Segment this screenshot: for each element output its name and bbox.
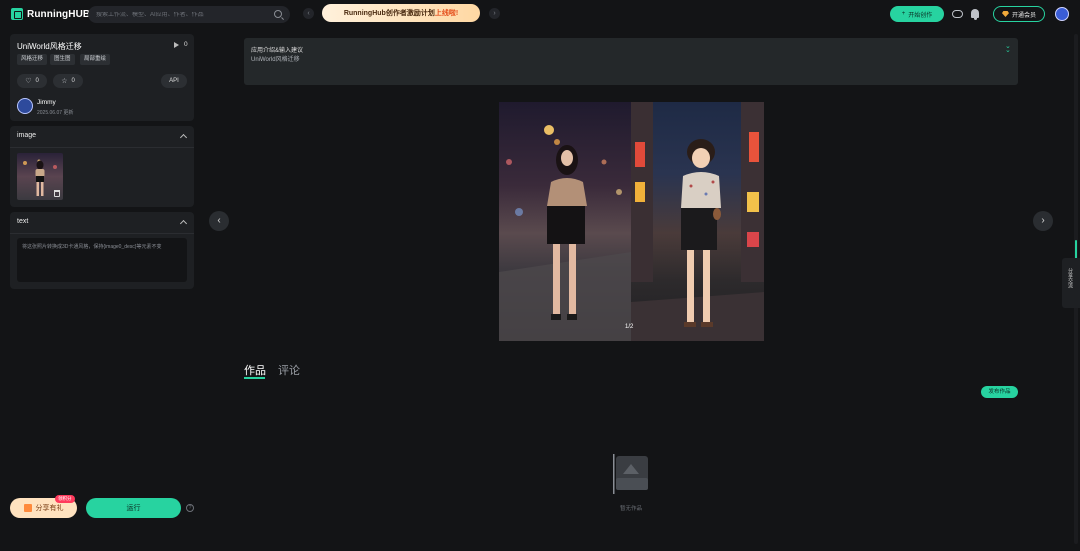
gallery-next-button[interactable]: › [1033,211,1053,231]
logo-text: RunningHUB [27,8,91,20]
empty-state-text: 暂无作品 [620,506,643,512]
like-button[interactable]: ♡ 0 [17,74,47,88]
author-name[interactable]: Jimmy [37,99,56,106]
cartoon-result [631,102,764,341]
author-date: 2025.06.07 更新 [37,110,74,116]
gallery-prev-button[interactable]: ‹ [209,211,229,231]
intro-heading: 应用介绍&输入建议 [251,48,304,54]
plus-icon: + [901,11,906,17]
text-section-label: text [17,218,29,225]
bell-icon[interactable] [971,9,979,20]
favorite-count: 0 [71,78,75,84]
app-intro-box: 应用介绍&输入建议 UniWorld风格迁移 [244,38,1018,85]
intro-subtitle: UniWorld风格迁移 [251,57,300,63]
tag[interactable]: 局部重绘 [80,54,111,65]
star-icon: ☆ [61,78,68,85]
gem-icon [1001,11,1009,17]
share-label: 分享有礼 [35,505,64,512]
gift-icon [23,504,32,512]
tag[interactable]: 图生图 [50,54,75,65]
chevron-up-icon[interactable] [179,133,188,142]
app-title: UniWorld风格迁移 [17,42,82,51]
promo-highlight: 上线啦! [434,10,459,17]
user-avatar[interactable] [1055,7,1069,21]
logo-icon [11,8,23,20]
original-photo [499,102,631,341]
play-icon [174,42,179,48]
tag[interactable]: 风格迁移 [17,54,48,65]
play-count: 0 [184,41,188,48]
tab-comments[interactable]: 评论 [278,362,300,378]
trash-icon[interactable] [54,190,60,197]
publish-work-button[interactable]: 发布作品 [981,386,1018,398]
text-input-panel: text 将这张照片转换成3D卡通风格，保持{image0_desc}等元素不变 [10,212,194,289]
image-input-panel: image [10,126,194,207]
vip-button[interactable]: 开通会员 [993,6,1045,22]
start-create-button[interactable]: + 开始创作 [890,6,944,22]
run-button[interactable]: 运行 [86,498,181,518]
share-exchange-label: 分享交流 [1067,268,1073,288]
promo-text: RunningHub创作者激励计划 [343,10,435,17]
tab-works[interactable]: 作品 [244,362,266,378]
app-info-panel: UniWorld风格迁移 0 风格迁移 图生图 局部重绘 ♡ 0 ☆ 0 API… [10,34,194,121]
author-avatar[interactable] [17,98,33,114]
divider [10,233,194,234]
like-count: 0 [35,78,39,84]
vip-label: 开通会员 [1011,12,1036,19]
api-label: API [169,78,179,84]
expand-chevron-icon[interactable]: ⌄ ⌄ [1005,43,1011,54]
chevron-up-icon[interactable] [179,219,188,228]
image-section-label: image [17,132,37,139]
gallery-counter: 1/2 [625,324,634,330]
help-icon[interactable]: ? [186,504,194,512]
search-icon[interactable] [274,10,282,18]
divider [10,147,194,148]
prompt-textarea[interactable]: 将这张照片转换成3D卡通风格，保持{image0_desc}等元素不变 [17,238,187,282]
start-create-label: 开始创作 [908,12,933,19]
promo-next-button[interactable]: › [489,8,500,19]
logo[interactable]: RunningHUB [11,8,90,20]
promo-banner[interactable]: RunningHub创作者激励计划 上线啦! [322,4,480,22]
search-bar[interactable] [88,6,290,23]
empty-state-icon [612,454,650,494]
share-badge: 领积分 [55,495,75,503]
share-exchange-tab[interactable]: 分享交流 [1062,258,1080,308]
favorite-button[interactable]: ☆ 0 [53,74,83,88]
api-button[interactable]: API [161,74,187,88]
search-input[interactable] [96,11,266,18]
result-gallery[interactable]: 1/2 [499,102,764,341]
tab-active-indicator [244,377,265,379]
promo-prev-button[interactable]: ‹ [303,8,314,19]
heart-icon: ♡ [25,78,32,85]
gamepad-icon[interactable] [952,10,963,18]
